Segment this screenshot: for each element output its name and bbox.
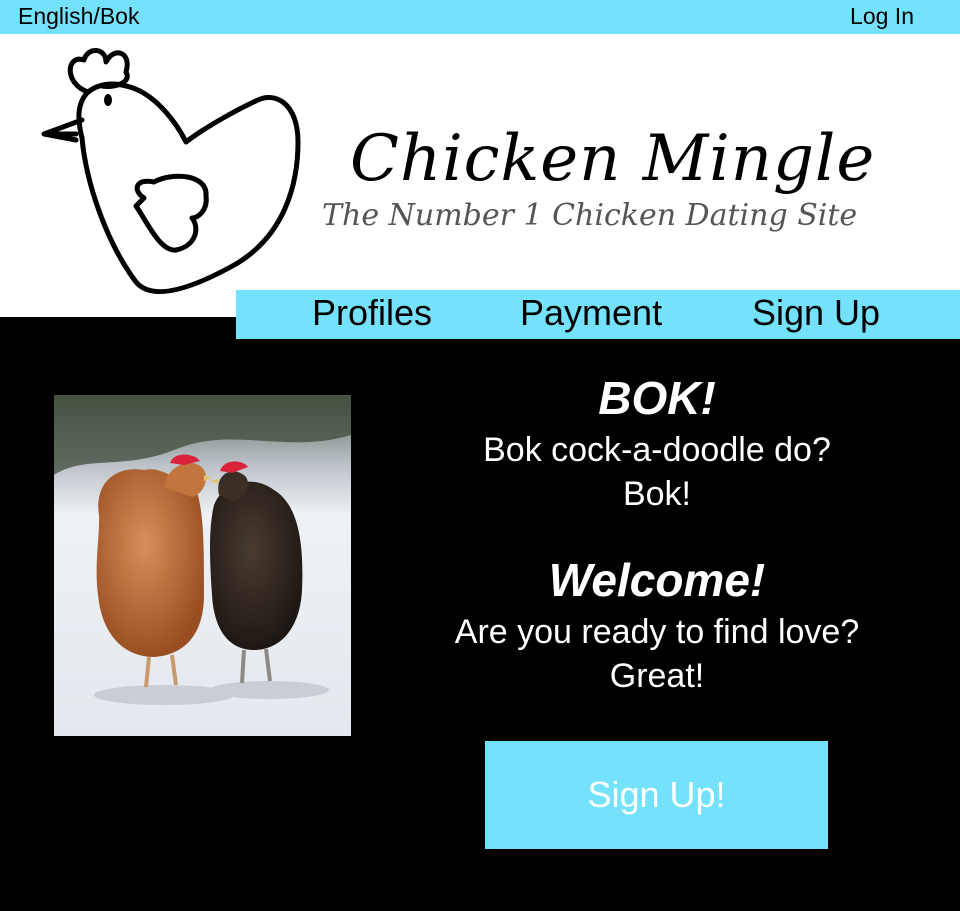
love-question-line: Are you ready to find love? [454,613,860,651]
welcome-content: BOK! Bok cock-a-doodle do? Bok! Welcome!… [380,368,934,698]
nav-item-sign-up[interactable]: Sign Up [752,292,880,334]
site-title: Chicken Mingle [350,122,876,196]
welcome-heading: Welcome! [548,554,766,606]
two-chickens-photo [54,395,351,736]
site-tagline: The Number 1 Chicken Dating Site [322,198,858,233]
nav-item-profiles[interactable]: Profiles [312,292,432,334]
main-nav: Profiles Payment Sign Up [236,290,960,339]
sign-up-button[interactable]: Sign Up! [485,741,828,849]
bok-line: Bok cock-a-doodle do? [483,431,831,469]
nav-item-payment[interactable]: Payment [520,292,662,334]
bok-reply-line: Bok! [622,475,692,513]
chicken-heart-logo-icon [41,48,301,295]
login-link[interactable]: Log In [850,3,914,30]
top-bar: English/Bok Log In [0,0,960,34]
great-line: Great! [609,657,705,695]
language-toggle-link[interactable]: English/Bok [18,3,139,30]
bok-heading: BOK! [598,372,716,424]
